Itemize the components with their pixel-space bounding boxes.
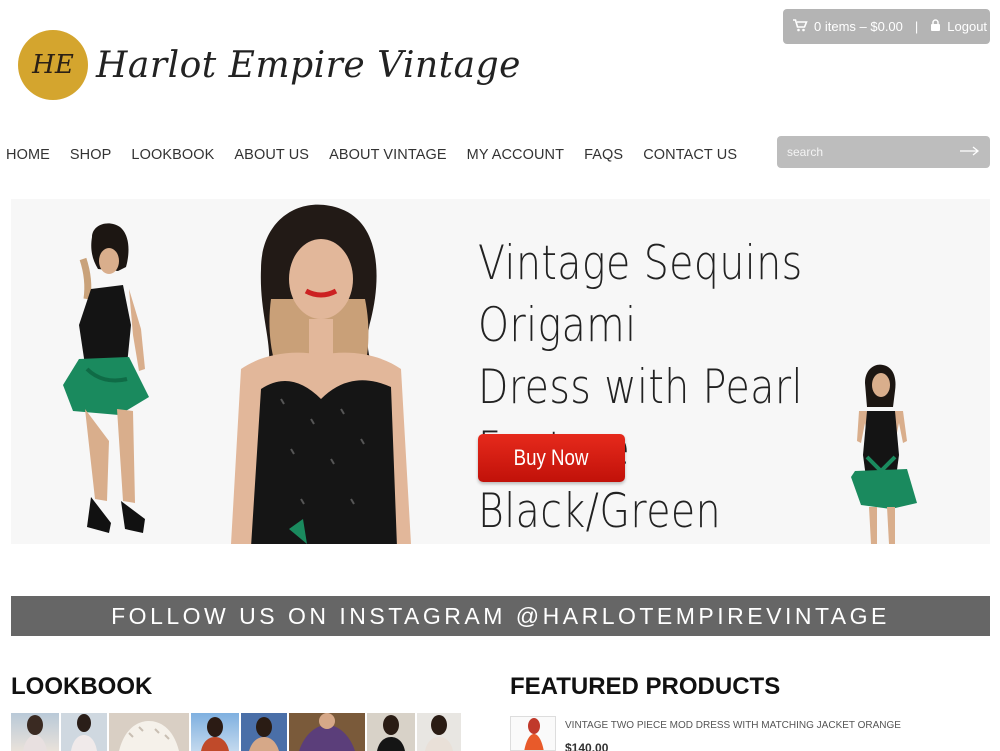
nav-item-contact-us[interactable]: CONTACT US [643,147,737,163]
featured-product-price: $140.00 [565,741,609,751]
nav-item-home[interactable]: HOME [6,147,50,163]
logo-monogram-badge: HE [18,30,88,100]
featured-product-name[interactable]: VINTAGE TWO PIECE MOD DRESS WITH MATCHIN… [565,720,901,731]
search-box [777,136,990,168]
main-nav: HOME SHOP LOOKBOOK ABOUT US ABOUT VINTAG… [6,147,757,163]
lookbook-thumbnail[interactable] [61,713,107,751]
lookbook-thumbnail[interactable] [191,713,239,751]
hero-title-line: Vintage Sequins Origami [478,236,803,353]
model-photo-closeup [231,204,411,544]
lookbook-gallery [11,713,461,751]
lookbook-thumbnail[interactable] [367,713,415,751]
search-input[interactable] [777,145,947,159]
logout-link[interactable]: Logout [947,19,987,34]
featured-products-heading: FEATURED PRODUCTS [510,673,781,700]
instagram-follow-banner[interactable]: FOLLOW US ON INSTAGRAM @HARLOTEMPIREVINT… [11,596,990,636]
lookbook-thumbnail[interactable] [11,713,59,751]
nav-item-lookbook[interactable]: LOOKBOOK [131,147,214,163]
model-photo-front-view [851,364,917,544]
hero-title: Vintage Sequins Origami Dress with Pearl… [478,233,898,543]
lookbook-heading: LOOKBOOK [11,673,153,700]
buy-now-label: Buy Now [514,445,589,470]
nav-item-shop[interactable]: SHOP [70,147,112,163]
nav-item-my-account[interactable]: MY ACCOUNT [467,147,564,163]
account-bar: 0 items – $0.00 | Logout [783,9,990,44]
topbar-separator: | [914,19,919,34]
nav-item-about-us[interactable]: ABOUT US [234,147,309,163]
buy-now-button[interactable]: Buy Now [478,434,625,482]
nav-item-faqs[interactable]: FAQS [584,147,623,163]
lock-icon [930,19,941,34]
model-photo-back-view [63,223,149,533]
featured-product-thumbnail[interactable] [510,716,556,751]
instagram-follow-label: FOLLOW US ON INSTAGRAM @HARLOTEMPIREVINT… [111,602,890,629]
site-name: Harlot Empire Vintage [96,44,521,86]
lookbook-thumbnail[interactable] [109,713,189,751]
logo-monogram: HE [32,50,74,80]
hero-title-line: Black/Green [478,484,722,539]
site-logo[interactable]: HE Harlot Empire Vintage [18,30,521,100]
cart-link[interactable]: 0 items – $0.00 [814,19,903,34]
lookbook-thumbnail[interactable] [241,713,287,751]
nav-item-about-vintage[interactable]: ABOUT VINTAGE [329,147,447,163]
hero-banner[interactable]: Vintage Sequins Origami Dress with Pearl… [11,199,990,544]
arrow-right-icon[interactable] [960,143,980,161]
lookbook-thumbnail[interactable] [417,713,461,751]
lookbook-thumbnail[interactable] [289,713,365,751]
cart-icon[interactable] [793,18,808,35]
